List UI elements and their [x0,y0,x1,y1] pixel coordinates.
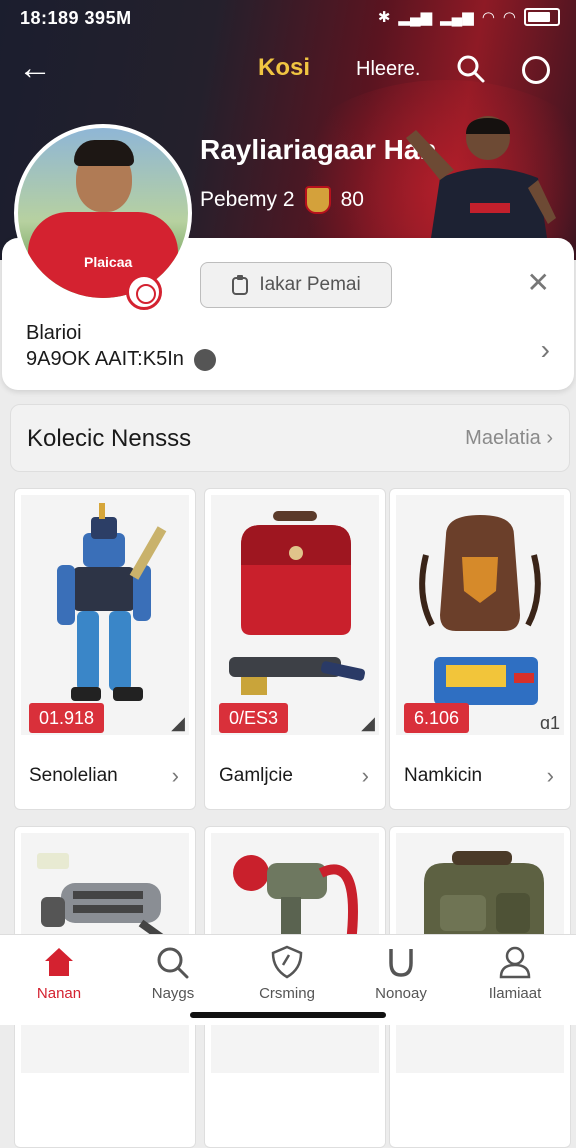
follow-player-label: Iakar Pemai [259,274,361,295]
status-bar: 18:189 395M ✱ ▂▄▆ ▂▄▆ ◠ ◠ [0,0,576,36]
item-price-badge: 6.106 [404,703,470,733]
item-image [396,495,564,735]
tab-home[interactable]: Nanan [4,945,114,1002]
signal-icon: ▂▄▆ [398,9,433,26]
item-corner-icon: ◢ [361,713,375,733]
item-name: Senolelian [29,765,118,786]
item-corner-icon: ◢ [171,713,185,733]
profile-code: 9A9OK AAIT:K5In [26,348,184,370]
back-arrow-icon[interactable]: ← [18,50,52,86]
item-image [211,495,379,735]
avatar-hair [74,140,134,166]
player-avatar[interactable]: Plaicaa [14,124,192,302]
profile-code-row[interactable]: 9A9OK AAIT:K5In [26,348,216,371]
home-icon [45,948,73,976]
player-photo [406,116,556,258]
player-club: Pebemy 2 [200,188,295,211]
tab-search[interactable]: Naygs [118,945,228,1002]
signal-icon: ▂▄▆ [440,9,474,26]
search-icon [157,947,189,979]
status-icons: ✱ ▂▄▆ ▂▄▆ ◠ ◠ [378,8,560,26]
collection-header[interactable]: Kolecic Nensss Maelatia › [10,404,570,472]
player-subtitle: Pebemy 2 80 [200,186,364,214]
collection-item[interactable]: 6.106 ɑ1 Namkicin › [389,488,571,810]
player-level: 80 [340,188,364,211]
collection-title: Kolecic Nensss [27,425,192,452]
battery-icon [524,8,560,26]
tab-search-label: Naygs [151,985,195,1002]
club-crest-icon [304,186,331,214]
tab-nonoay[interactable]: Nonoay [346,945,456,1002]
person-icon [499,946,531,979]
close-icon[interactable]: ✕ [527,266,550,299]
profile-label: Blarioi [26,322,82,344]
item-name: Namkicin [404,765,483,786]
circle-icon[interactable] [522,56,550,84]
item-name: Gamljcie [219,765,293,786]
horseshoe-icon [389,949,413,977]
tab-home-label: Nanan [36,985,82,1002]
jersey-text: Plaicaa [84,254,133,270]
chevron-right-icon[interactable]: › [541,334,550,366]
team-badge-icon [126,274,162,310]
brand-logo: Kosi [258,54,311,81]
collection-more-link[interactable]: Maelatia › [465,427,553,450]
tab-crsming-label: Crsming [259,985,315,1002]
item-price-badge: 01.918 [29,703,105,733]
tab-crsming[interactable]: Crsming [232,945,342,1002]
shield-icon [271,945,303,979]
clipboard-icon [232,275,249,295]
top-nav: ← Kosi Hleere. [0,48,576,92]
item-image [21,495,189,735]
tab-account[interactable]: Ilamiaat [460,945,570,1002]
help-link[interactable]: Hleere. [356,58,420,81]
bluetooth-icon: ✱ [377,9,391,26]
tab-account-label: Ilamiaat [488,985,542,1002]
item-corner-icon: ɑ1 [539,713,560,733]
follow-player-button[interactable]: Iakar Pemai [200,262,392,308]
lock-icon [193,348,216,371]
chevron-right-icon[interactable]: › [172,763,179,789]
chevron-right-icon[interactable]: › [362,763,369,789]
chevron-right-icon[interactable]: › [547,763,554,789]
status-time: 18:189 395M [20,8,132,28]
home-indicator[interactable] [190,1012,386,1018]
collection-more-label: Maelatia [465,427,541,449]
search-icon[interactable] [456,54,486,89]
wifi-icon: ◠ [502,9,516,26]
tab-nonoay-label: Nonoay [375,985,427,1002]
item-price-badge: 0/ES3 [219,703,289,733]
collection-item[interactable]: 0/ES3 ◢ Gamljcie › [204,488,386,810]
wifi-icon: ◠ [481,9,495,26]
collection-item[interactable]: 01.918 ◢ Senolelian › [14,488,196,810]
